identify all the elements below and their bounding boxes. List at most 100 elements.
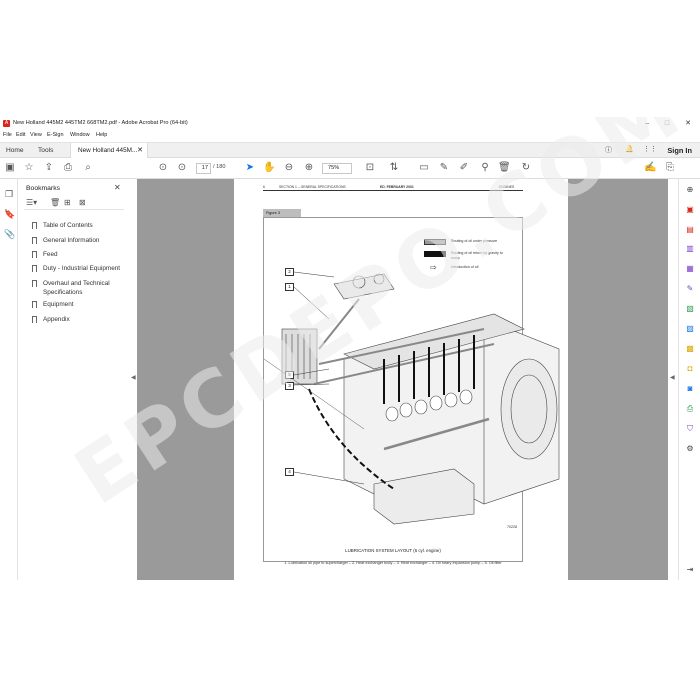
menu-bar: File Edit View E-Sign Window Help (0, 130, 700, 141)
create-pdf-icon[interactable]: ▣ (685, 205, 695, 215)
rotate-icon[interactable]: ↻ (520, 162, 532, 174)
attachments-icon[interactable]: 📎 (4, 229, 15, 240)
stamp-icon[interactable]: ⚲ (479, 162, 491, 174)
share-icon[interactable]: ⎘ (664, 162, 676, 174)
fill-sign-icon[interactable]: ▩ (685, 344, 695, 354)
scan-ocr-icon[interactable]: ▨ (685, 324, 695, 334)
zoom-in-icon[interactable]: ⊕ (303, 162, 315, 174)
zoom-level-input[interactable]: 75% (322, 163, 352, 174)
more-tools-icon[interactable]: ⚙ (685, 444, 695, 454)
callout-label: 5 (285, 371, 294, 379)
acrobat-app-icon: A (3, 120, 10, 127)
combine-files-icon[interactable]: ▦ (685, 264, 695, 274)
export-pdf-icon[interactable]: ▤ (685, 225, 695, 235)
callout-label: 3 (285, 382, 294, 390)
bookmark-icon (32, 265, 37, 272)
compress-icon[interactable]: ◙ (685, 384, 695, 394)
bookmark-label: Table of Contents (43, 222, 93, 229)
sign-in-button[interactable]: Sign In (667, 146, 692, 155)
customize-icon[interactable]: ⇥ (685, 565, 695, 575)
sign-pen-icon[interactable]: ✍ (644, 162, 656, 174)
figure-code: 70228 (507, 525, 517, 529)
bookmarks-icon[interactable]: 🔖 (4, 209, 15, 220)
document-viewport[interactable]: 6 SECTION 1 – GENERAL SPECIFICATIONS ED.… (137, 179, 668, 580)
menu-file[interactable]: File (3, 132, 12, 138)
next-page-icon[interactable]: ⊙ (176, 162, 188, 174)
bookmarks-panel: Bookmarks ✕ ☰▾ 🗑 ⊞ ⊠ Table of Contents G… (18, 179, 129, 580)
highlight-pen-icon[interactable]: ✎ (438, 162, 450, 174)
menu-view[interactable]: View (30, 132, 42, 138)
pdf-page: 6 SECTION 1 – GENERAL SPECIFICATIONS ED.… (234, 179, 568, 580)
notifications-icon[interactable]: 🔔 (625, 145, 634, 153)
bookmark-label: Duty - Industrial Equipment (43, 265, 121, 272)
comment-tool-icon[interactable]: ◘ (685, 364, 695, 374)
minimize-button[interactable]: – (640, 119, 654, 128)
zoom-out-icon[interactable]: ⊖ (283, 162, 295, 174)
options-menu-icon[interactable]: ☰▾ (26, 198, 37, 207)
page-separator: / (213, 164, 215, 170)
tab-tools[interactable]: Tools (38, 143, 53, 158)
organize-pages-icon[interactable]: ▧ (685, 304, 695, 314)
bookmark-label: Appendix (43, 316, 70, 323)
tab-document[interactable]: New Holland 445M... ✕ (70, 143, 148, 158)
print-production-icon[interactable]: ⎙ (685, 404, 695, 414)
callout-label: 4 (285, 468, 294, 476)
callout-label: 2 (285, 268, 294, 276)
save-icon[interactable]: ▣ (4, 162, 16, 174)
close-panel-icon[interactable]: ✕ (114, 183, 121, 192)
menu-esign[interactable]: E-Sign (47, 132, 64, 138)
expand-bookmark-icon[interactable]: ⊠ (79, 198, 86, 207)
window-title: New Holland 445M2 445TM2 668TM2.pdf - Ad… (13, 120, 188, 126)
tab-home[interactable]: Home (6, 143, 24, 158)
callout-label: 1 (285, 283, 294, 291)
select-cursor-icon[interactable]: ➤ (244, 162, 256, 174)
figure-legend-caption: 1. Lubrication oil pipe to supercharger … (284, 561, 502, 565)
comment-icon[interactable]: ▭ (418, 162, 430, 174)
right-tools-rail: ⊕ ▣ ▤ ▥ ▦ ✎ ▧ ▨ ▩ ◘ ◙ ⎙ ⛉ ⚙ ⇥ (678, 179, 700, 580)
collapse-left-panel-icon[interactable]: ◀ (131, 374, 136, 381)
new-bookmark-icon[interactable]: ⊞ (64, 198, 71, 207)
left-navigation-rail: ❐ 🔖 📎 (0, 179, 18, 580)
request-signatures-icon[interactable]: ✎ (685, 284, 695, 294)
document-tab-label: New Holland 445M... (78, 147, 138, 154)
toolbar: ▣ ☆ ⇪ ⎙ ⌕ ⊙ ⊙ 17 / 180 ➤ ✋ ⊖ ⊕ 75% ⊡ ⇅ ▭… (0, 158, 700, 179)
tab-bar: Home Tools New Holland 445M... ✕ ⓘ 🔔 ⋮⋮ … (0, 142, 700, 158)
bookmark-icon (32, 316, 37, 323)
bookmark-icon (32, 251, 37, 258)
menu-edit[interactable]: Edit (16, 132, 25, 138)
menu-help[interactable]: Help (96, 132, 107, 138)
title-bar: A New Holland 445M2 445TM2 668TM2.pdf - … (0, 117, 700, 130)
bookmarks-toolbar: ☰▾ 🗑 ⊞ ⊠ (24, 198, 124, 210)
scroll-mode-icon[interactable]: ⇅ (388, 162, 400, 174)
upload-icon[interactable]: ⇪ (43, 162, 55, 174)
bookmark-star-icon[interactable]: ☆ (23, 162, 35, 174)
engine-lubrication-diagram (263, 271, 560, 525)
delete-bookmark-icon[interactable]: 🗑 (50, 198, 60, 207)
close-window-button[interactable]: ✕ (681, 119, 695, 128)
bookmark-label: Feed (43, 251, 58, 258)
zoom-search-icon[interactable]: ⊕ (685, 185, 695, 195)
previous-page-icon[interactable]: ⊙ (157, 162, 169, 174)
bookmark-label: Equipment (43, 301, 74, 308)
edit-pdf-icon[interactable]: ▥ (685, 244, 695, 254)
bookmarks-title: Bookmarks (26, 185, 60, 192)
fit-page-icon[interactable]: ⊡ (364, 162, 376, 174)
collapse-right-panel-icon[interactable]: ◀ (670, 374, 675, 381)
page-count: / 180 (213, 164, 225, 170)
bookmark-label: General Information (43, 237, 100, 244)
hand-tool-icon[interactable]: ✋ (263, 162, 275, 174)
bookmark-label: Overhaul and Technical Specifications (43, 280, 110, 296)
close-tab-icon[interactable]: ✕ (137, 143, 143, 158)
maximize-button[interactable]: □ (660, 119, 674, 128)
delete-icon[interactable]: 🗑 (498, 162, 511, 174)
bookmark-icon (32, 301, 37, 308)
menu-window[interactable]: Window (70, 132, 90, 138)
draw-icon[interactable]: ✐ (458, 162, 470, 174)
search-icon[interactable]: ⌕ (82, 162, 94, 174)
help-icon[interactable]: ⓘ (605, 145, 612, 155)
protect-icon[interactable]: ⛉ (685, 424, 695, 434)
apps-grid-icon[interactable]: ⋮⋮ (643, 145, 657, 153)
print-icon[interactable]: ⎙ (62, 162, 74, 174)
page-number-input[interactable]: 17 (196, 163, 211, 174)
page-thumbnails-icon[interactable]: ❐ (4, 189, 14, 200)
